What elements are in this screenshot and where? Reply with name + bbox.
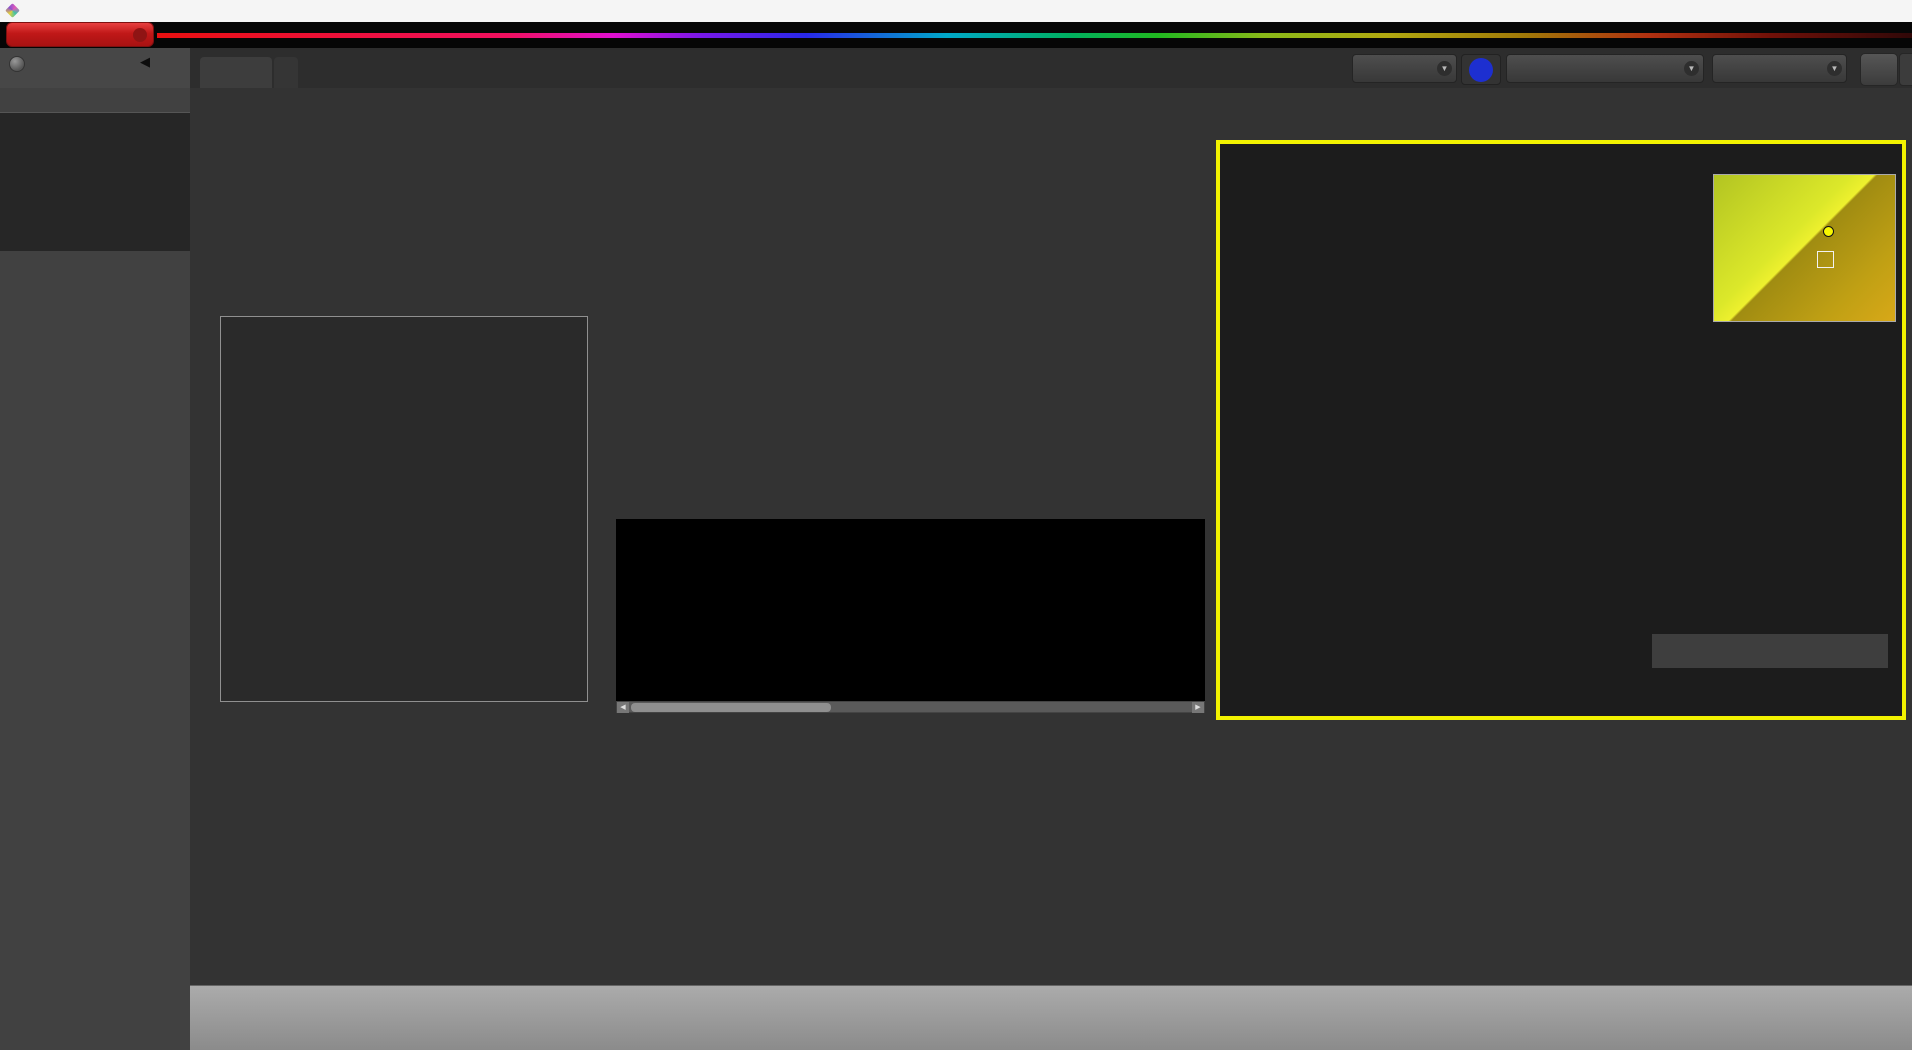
rainbow-strip [157, 33, 1912, 38]
measurement-table-wrap [532, 726, 1912, 940]
close-button[interactable] [1872, 0, 1912, 22]
source-dropdown[interactable]: ▼ [1506, 54, 1704, 83]
compare-scrollbar[interactable]: ◀ ▶ [616, 701, 1205, 713]
rgb-triplet-readout [1652, 634, 1888, 668]
minimize-button[interactable] [1772, 0, 1812, 22]
add-tab-button[interactable] [274, 57, 298, 88]
scroll-left-icon[interactable]: ◀ [617, 702, 629, 713]
cie-zoom-inset [1713, 174, 1896, 322]
measured-point [1823, 226, 1834, 237]
chevron-down-icon: ▼ [1437, 61, 1452, 76]
sidebar-top-strip: ◀ [0, 48, 190, 88]
display-control-dropdown[interactable]: ▼ [1712, 54, 1847, 83]
workflow-tree [0, 112, 190, 251]
tab-history-1[interactable] [200, 57, 272, 88]
panel-collapse-icon[interactable] [1899, 53, 1912, 86]
calman-menu-button[interactable] [6, 22, 154, 47]
meter-id-value [1469, 58, 1493, 82]
chevron-down-icon [133, 28, 147, 42]
scroll-right-icon[interactable]: ▶ [1192, 702, 1204, 713]
tab-bar: ◀ ▼ ▼ ▼ [0, 48, 1912, 88]
source-status-bar [1507, 55, 1511, 82]
app-icon [5, 3, 20, 18]
pattern-bar [190, 985, 1912, 1050]
chevron-down-icon: ▼ [1684, 61, 1699, 76]
meter-id-badge[interactable] [1461, 54, 1501, 85]
sidebar-collapse-icon[interactable]: ◀ [140, 54, 150, 70]
sidebar [0, 88, 190, 1050]
scrollbar-thumb[interactable] [631, 703, 831, 712]
de2000-bar-chart [220, 316, 588, 702]
status-led [9, 56, 25, 72]
maximize-button[interactable] [1822, 0, 1862, 22]
title-bar [0, 0, 1912, 22]
meter-status-bar [1353, 55, 1357, 82]
control-status-bar [1713, 55, 1717, 82]
chevron-down-icon: ▼ [1827, 61, 1842, 76]
actual-target-compare [616, 519, 1205, 701]
gear-icon[interactable] [1860, 53, 1898, 86]
target-point [1817, 251, 1834, 268]
logo-row [0, 22, 1912, 48]
meter-dropdown[interactable]: ▼ [1352, 54, 1457, 83]
